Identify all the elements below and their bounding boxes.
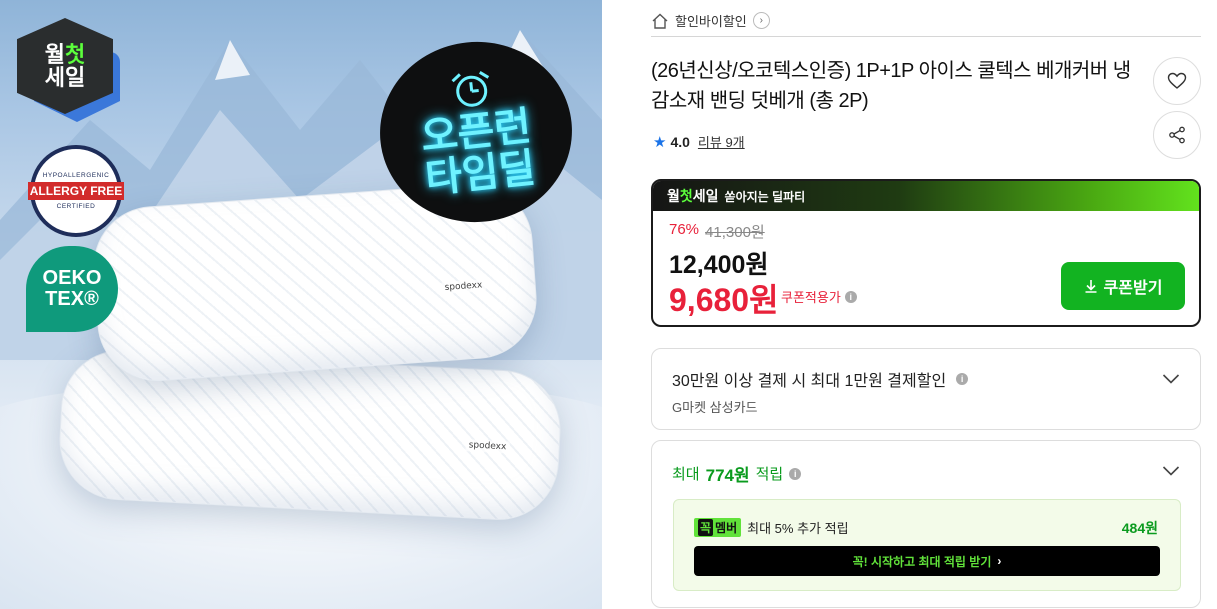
download-icon: [1085, 280, 1097, 293]
info-icon[interactable]: i: [844, 290, 857, 303]
deal-subtitle: 쏟아지는 딜파티: [724, 189, 806, 204]
oeko-tex-badge: OEKO TEX®: [26, 246, 118, 332]
product-title: (26년신상/오코텍스인증) 1P+1P 아이스 쿨텍스 베개커버 냉감소재 밴…: [651, 60, 1131, 112]
home-icon[interactable]: [651, 12, 669, 30]
points-box: 최대 774원 적립 i 꼭 멤버 최대 5% 추가 적립 484원 꼭! 시작하…: [651, 440, 1201, 608]
pillow-tag: spodexx: [441, 279, 486, 295]
member-tag: 꼭 멤버: [694, 518, 742, 537]
member-join-button[interactable]: 꼭! 시작하고 최대 적립 받기 ›: [694, 546, 1160, 576]
pillow-tag: spodexx: [465, 439, 510, 454]
deal-brand: 월첫세일: [667, 188, 719, 204]
breadcrumb: 할인바이할인 ›: [651, 7, 1201, 37]
review-count-link[interactable]: 리뷰 9개: [698, 132, 745, 151]
chevron-down-icon[interactable]: [1162, 465, 1180, 477]
member-benefit-box: 꼭 멤버 최대 5% 추가 적립 484원 꼭! 시작하고 최대 적립 받기 ›: [673, 499, 1181, 591]
alarm-clock-icon: [451, 70, 490, 107]
shop-name-link[interactable]: 할인바이할인: [675, 11, 747, 30]
deal-price-box: 월첫세일 쏟아지는 딜파티 76% 41,300원 12,400원 9,680원…: [651, 179, 1201, 327]
card-discount-subtitle: G마켓 삼성카드: [672, 400, 758, 415]
deal-header: 월첫세일 쏟아지는 딜파티: [653, 181, 1199, 211]
chevron-right-icon: ›: [997, 554, 1002, 568]
chevron-down-icon[interactable]: [1162, 373, 1180, 385]
allergy-free-badge: HYPOALLERGENIC ALLERGY FREE CERTIFIED: [28, 145, 124, 237]
points-summary: 최대 774원 적립 i: [672, 461, 802, 486]
heart-icon: [1167, 72, 1187, 89]
original-price: 41,300원: [705, 224, 765, 241]
member-benefit-text: 최대 5% 추가 적립: [747, 521, 849, 536]
product-info-panel: 할인바이할인 › (26년신상/오코텍스인증) 1P+1P 아이스 쿨텍스 베개…: [651, 0, 1202, 609]
coupon-price: 9,680원: [669, 282, 779, 318]
rating-summary: ★ 4.0 리뷰 9개: [653, 132, 745, 151]
share-icon: [1169, 126, 1185, 144]
coupon-download-button[interactable]: 쿠폰받기: [1061, 262, 1185, 310]
coupon-price-label: 쿠폰적용가 i: [781, 287, 857, 306]
discount-rate: 76%: [669, 221, 700, 238]
share-button[interactable]: [1153, 111, 1201, 159]
product-image[interactable]: spodexx spodexx 월첫 세일 HYPOALLERGENIC ALL…: [0, 0, 602, 609]
info-icon[interactable]: i: [789, 467, 802, 480]
like-button[interactable]: [1153, 57, 1201, 105]
info-icon[interactable]: i: [956, 373, 969, 385]
member-points: 484원: [1121, 520, 1158, 536]
card-discount-box[interactable]: 30만원 이상 결제 시 최대 1만원 결제할인 i G마켓 삼성카드: [651, 348, 1201, 430]
chevron-right-icon[interactable]: ›: [752, 12, 770, 29]
star-icon: ★: [653, 133, 667, 151]
rating-score: 4.0: [670, 133, 690, 150]
card-discount-title: 30만원 이상 결제 시 최대 1만원 결제할인: [672, 373, 947, 390]
